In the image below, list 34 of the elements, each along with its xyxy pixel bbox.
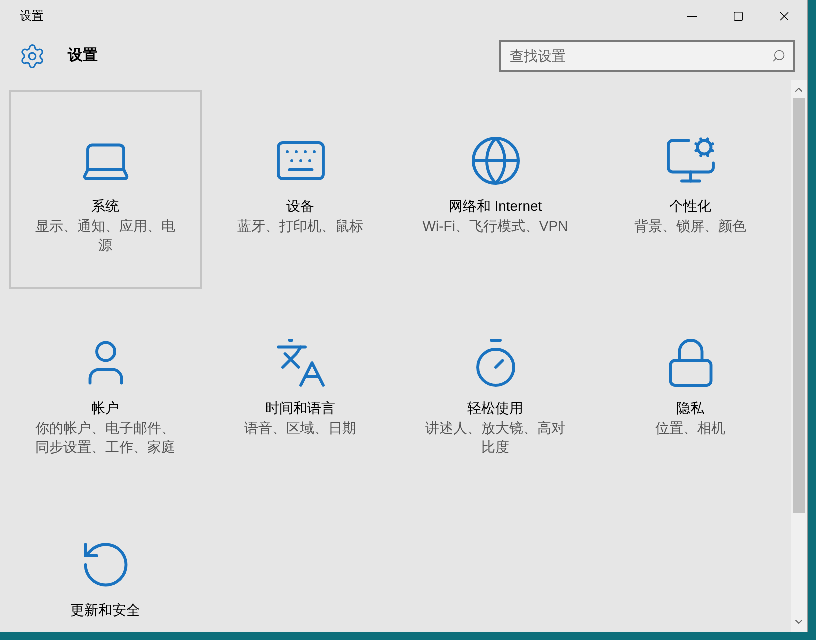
settings-tile[interactable]: 轻松使用 讲述人、放大镜、高对比度 <box>399 292 592 491</box>
tile-subtitle: 你的帐户、电子邮件、同步设置、工作、家庭 <box>34 419 176 457</box>
tile-title: 帐户 <box>92 399 120 418</box>
search-icon <box>772 49 786 63</box>
search-field[interactable]: 查找设置 <box>499 40 795 72</box>
settings-tile[interactable]: 帐户 你的帐户、电子邮件、同步设置、工作、家庭 <box>9 292 202 491</box>
settings-tile[interactable]: 系统 显示、通知、应用、电源 <box>9 90 202 289</box>
tile-title: 网络和 Internet <box>448 197 542 216</box>
tile-subtitle: 讲述人、放大镜、高对比度 <box>424 419 566 457</box>
settings-tile[interactable]: 个性化 背景、锁屏、颜色 <box>594 90 787 289</box>
tile-title: 设备 <box>286 197 314 216</box>
settings-tile[interactable]: 时间和语言 语音、区域、日期 <box>204 292 397 491</box>
tile-subtitle: 位置、相机 <box>656 419 726 438</box>
tile-title: 更新和安全 <box>70 601 140 620</box>
tile-title: 个性化 <box>670 197 712 216</box>
tile-title: 轻松使用 <box>468 399 524 418</box>
settings-tile[interactable]: 设备 蓝牙、打印机、鼠标 <box>204 90 397 289</box>
window-title: 设置 <box>20 8 45 25</box>
tile-subtitle: 背景、锁屏、颜色 <box>634 217 746 236</box>
tile-subtitle: 语音、区域、日期 <box>244 419 356 438</box>
tile-subtitle: Wi-Fi、飞行模式、VPN <box>422 217 568 236</box>
settings-tile[interactable]: 更新和安全 <box>9 494 202 640</box>
settings-tile[interactable]: 隐私 位置、相机 <box>594 292 787 491</box>
settings-tile[interactable]: 网络和 Internet Wi-Fi、飞行模式、VPN <box>399 90 592 289</box>
scrollbar-thumb[interactable] <box>793 98 805 513</box>
tile-title: 时间和语言 <box>266 399 336 418</box>
settings-icon <box>19 42 46 70</box>
tile-subtitle: 蓝牙、打印机、鼠标 <box>238 217 364 236</box>
page-title: 设置 <box>68 46 99 66</box>
tile-subtitle: 显示、通知、应用、电源 <box>34 217 176 255</box>
maximize-icon <box>732 10 744 22</box>
scrollbar[interactable] <box>791 80 807 632</box>
tile-title: 系统 <box>92 197 120 216</box>
tile-title: 隐私 <box>676 399 704 418</box>
